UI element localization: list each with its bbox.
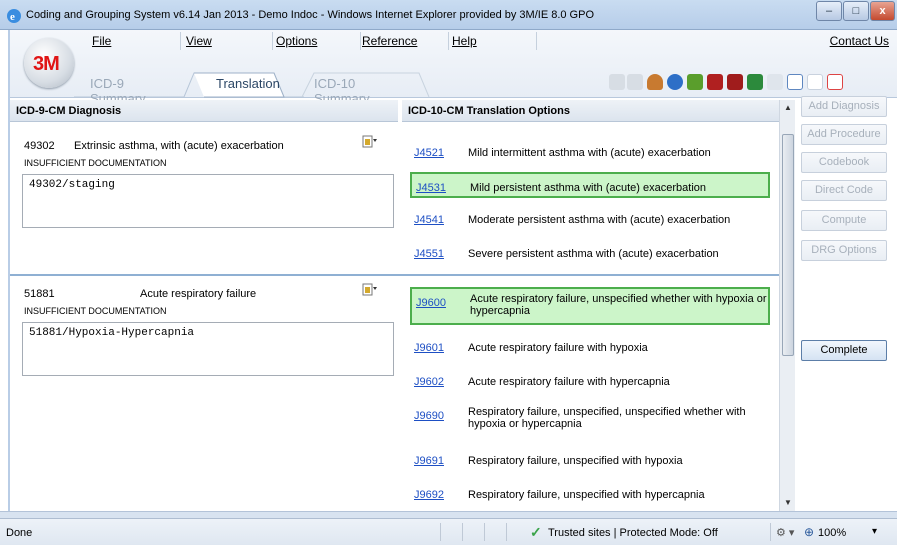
drg-options-button[interactable]: DRG Options <box>801 240 887 261</box>
documentation-status: INSUFFICIENT DOCUMENTATION <box>24 306 167 316</box>
icd10-code-link[interactable]: J9692 <box>414 489 444 501</box>
icd10-code-link[interactable]: J4541 <box>414 214 444 226</box>
icd10-code-link[interactable]: J9602 <box>414 376 444 388</box>
window-titlebar: e Coding and Grouping System v6.14 Jan 2… <box>0 0 897 30</box>
frame-bottom-edge <box>0 511 897 518</box>
books-icon[interactable] <box>687 74 703 90</box>
translation-option-selected[interactable]: J4531 Mild persistent asthma with (acute)… <box>410 172 770 198</box>
icd10-code-link[interactable]: J4551 <box>414 248 444 260</box>
contact-us-link[interactable]: Contact Us <box>830 34 889 48</box>
status-divider <box>506 523 507 541</box>
status-divider <box>484 523 485 541</box>
icd10-red-icon[interactable] <box>827 74 843 90</box>
direct-code-button[interactable]: Direct Code <box>801 180 887 201</box>
trusted-check-icon: ✓ <box>530 524 542 540</box>
zoom-icon[interactable]: ⊕ <box>804 525 814 539</box>
icd10-code-link[interactable]: J9601 <box>414 342 444 354</box>
menu-options[interactable]: Options <box>276 34 317 48</box>
icd10-pcs-icon[interactable] <box>807 74 823 90</box>
diagnosis-note-field[interactable]: 51881/Hypoxia-Hypercapnia <box>22 322 394 376</box>
diagnosis-code: 51881 <box>24 288 55 300</box>
book-maroon-icon[interactable] <box>727 74 743 90</box>
svg-text:e: e <box>10 11 15 23</box>
app-frame: 3M File View Options Reference Help Cont… <box>8 30 897 511</box>
icd10-cm-icon[interactable] <box>787 74 803 90</box>
icd10-code-link[interactable]: J4531 <box>416 182 446 194</box>
icd10-code-link[interactable]: J9600 <box>416 297 446 309</box>
diagnosis-note-field[interactable]: 49302/staging <box>22 174 394 228</box>
menu-file[interactable]: File <box>92 34 111 48</box>
translation-option-selected[interactable]: J9600 Acute respiratory failure, unspecif… <box>410 287 770 325</box>
icd9-diagnosis-header: ICD-9-CM Diagnosis <box>10 100 398 122</box>
user-icon[interactable] <box>647 74 663 90</box>
icd10-translation-header: ICD-10-CM Translation Options <box>402 100 779 122</box>
diagnosis-item: 49302 Extrinsic asthma, with (acute) exa… <box>10 135 402 268</box>
book-green-icon[interactable] <box>747 74 763 90</box>
vertical-scrollbar[interactable]: ▲ ▼ <box>779 100 795 511</box>
menu-view[interactable]: View <box>186 34 212 48</box>
note-dropdown-icon[interactable] <box>362 135 378 149</box>
menu-divider <box>360 32 361 50</box>
zoom-level[interactable]: 100% <box>818 527 846 539</box>
diagnosis-item: 51881 Acute respiratory failure INSUFFIC… <box>10 283 402 416</box>
menu-help[interactable]: Help <box>452 34 477 48</box>
translation-option[interactable]: J9690 Respiratory failure, unspecified, u… <box>410 402 770 436</box>
translation-option[interactable]: J9691 Respiratory failure, unspecified wi… <box>410 447 770 473</box>
menu-divider <box>448 32 449 50</box>
menu-divider <box>180 32 181 50</box>
protected-mode-icon[interactable]: ⚙ ▾ <box>776 526 794 539</box>
window-title: Coding and Grouping System v6.14 Jan 201… <box>26 9 595 21</box>
translation-option[interactable]: J4551 Severe persistent asthma with (acut… <box>410 240 770 266</box>
translation-option[interactable]: J4521 Mild intermittent asthma with (acut… <box>410 139 770 165</box>
scrollbar-thumb[interactable] <box>782 134 794 356</box>
menu-reference[interactable]: Reference <box>362 34 417 48</box>
menu-divider <box>272 32 273 50</box>
icd10-code-link[interactable]: J4521 <box>414 147 444 159</box>
complete-button[interactable]: Complete <box>801 340 887 361</box>
book-red-icon[interactable] <box>707 74 723 90</box>
tab-translation[interactable]: Translation <box>216 76 280 91</box>
note-dropdown-icon[interactable] <box>362 283 378 297</box>
status-divider <box>770 523 771 541</box>
status-text: Done <box>6 527 33 539</box>
add-diagnosis-button[interactable]: Add Diagnosis <box>801 96 887 117</box>
diagnosis-description: Acute respiratory failure <box>140 288 257 300</box>
maximize-button[interactable]: □ <box>843 1 869 21</box>
print-all-icon[interactable] <box>627 74 643 90</box>
translation-option[interactable]: J9601 Acute respiratory failure with hypo… <box>410 334 770 360</box>
scroll-up-arrow-icon[interactable]: ▲ <box>784 103 792 112</box>
app-header: 3M File View Options Reference Help Cont… <box>10 30 897 106</box>
edit-icon[interactable] <box>767 74 783 90</box>
diagnosis-description: Extrinsic asthma, with (acute) exacerbat… <box>74 140 284 152</box>
help-icon[interactable] <box>667 74 683 90</box>
translation-option[interactable]: J9692 Respiratory failure, unspecified wi… <box>410 481 770 507</box>
translation-option[interactable]: J4541 Moderate persistent asthma with (ac… <box>410 206 770 232</box>
icd10-code-link[interactable]: J9690 <box>414 410 444 422</box>
3m-logo: 3M <box>24 38 74 88</box>
close-button[interactable]: x <box>870 1 895 21</box>
translation-option[interactable]: J9602 Acute respiratory failure with hype… <box>410 368 770 394</box>
status-divider <box>440 523 441 541</box>
security-zone[interactable]: Trusted sites | Protected Mode: Off <box>548 527 718 539</box>
scroll-down-arrow-icon[interactable]: ▼ <box>784 498 792 507</box>
compute-button[interactable]: Compute <box>801 210 887 231</box>
row-divider <box>10 274 790 276</box>
menu-bar: File View Options Reference Help Contact… <box>80 30 897 52</box>
status-divider <box>462 523 463 541</box>
status-bar: Done ✓ Trusted sites | Protected Mode: O… <box>0 518 897 545</box>
menu-divider <box>536 32 537 50</box>
codebook-button[interactable]: Codebook <box>801 152 887 173</box>
ie-logo-icon: e <box>7 9 21 23</box>
documentation-status: INSUFFICIENT DOCUMENTATION <box>24 158 167 168</box>
zoom-dropdown-icon[interactable]: ▾ <box>872 526 877 537</box>
icd10-code-link[interactable]: J9691 <box>414 455 444 467</box>
print-icon[interactable] <box>609 74 625 90</box>
minimize-button[interactable]: – <box>816 1 842 21</box>
add-procedure-button[interactable]: Add Procedure <box>801 124 887 145</box>
toolbar-icons <box>609 72 897 94</box>
diagnosis-code: 49302 <box>24 140 55 152</box>
